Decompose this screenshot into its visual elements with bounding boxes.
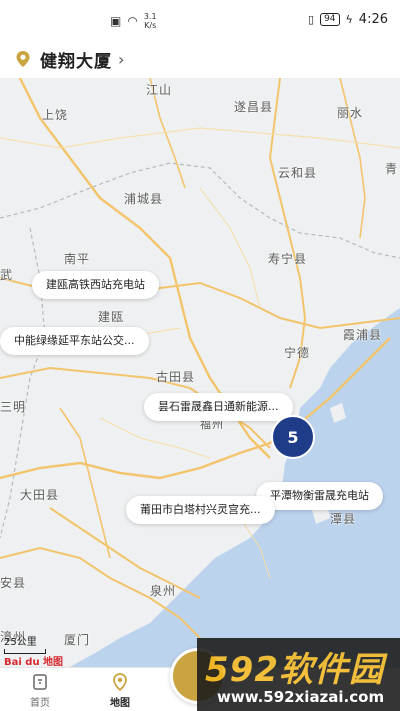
tab-map[interactable]: 地图 xyxy=(90,672,150,709)
city-label: 建瓯 xyxy=(98,310,125,324)
vibrate-icon: ▯ xyxy=(308,13,315,26)
city-label: 三明 xyxy=(0,400,27,414)
status-left: ▣ ◠ 3.1 K/s xyxy=(110,12,157,30)
city-label: 厦门 xyxy=(64,633,91,647)
tab-map-label: 地图 xyxy=(110,698,130,709)
station-marker[interactable]: 昙石雷晟鑫日通新能源... xyxy=(144,393,293,421)
city-label: 云和县 xyxy=(278,166,318,180)
chevron-right-icon[interactable]: › xyxy=(118,50,124,69)
city-label: 南平 xyxy=(64,252,91,266)
city-label: 古田县 xyxy=(156,370,196,384)
net-speed: 3.1 K/s xyxy=(144,12,157,30)
map-canvas xyxy=(0,78,400,667)
city-label: 大田县 xyxy=(20,488,60,502)
city-label: 遂昌县 xyxy=(234,100,274,114)
city-label: 宁德 xyxy=(284,346,311,360)
notification-icon: ▣ xyxy=(110,14,122,28)
location-header[interactable]: 健翔大厦 › xyxy=(0,40,400,78)
station-cluster-marker[interactable]: 5 xyxy=(271,415,315,459)
station-marker[interactable]: 平潭物衡雷晟充电站 xyxy=(256,482,383,510)
app-screen: ▣ ◠ 3.1 K/s ▯ 94 ϟ 4:26 健翔大厦 › 江山 上饶 遂昌县… xyxy=(0,0,400,711)
scale-label: 25公里 xyxy=(4,637,37,648)
city-label: 江山 xyxy=(146,83,173,97)
city-label: 浦城县 xyxy=(124,192,164,206)
city-label: 武 xyxy=(0,268,14,282)
wifi-icon: ◠ xyxy=(127,14,138,28)
tab-home[interactable]: 首页 xyxy=(10,672,70,709)
watermark: 592软件园 www.592xiazai.com xyxy=(197,638,400,711)
status-right: ▯ 94 ϟ 4:26 xyxy=(308,12,388,27)
watermark-title: 592软件园 xyxy=(205,650,384,690)
baidu-map-logo: Bai du 地图 xyxy=(4,657,64,667)
status-bar: ▣ ◠ 3.1 K/s ▯ 94 ϟ 4:26 xyxy=(0,0,400,40)
tab-home-label: 首页 xyxy=(30,698,50,709)
station-marker[interactable]: 建瓯高铁西站充电站 xyxy=(32,271,159,299)
station-marker[interactable]: 莆田市白塔村兴灵宫充... xyxy=(126,496,275,524)
map-scale: 25公里 xyxy=(4,633,46,654)
map-pin-icon xyxy=(110,672,130,692)
city-label: 丽水 xyxy=(337,106,364,120)
location-pin-icon xyxy=(14,50,32,68)
net-speed-unit: K/s xyxy=(144,21,157,30)
charging-icon: ϟ xyxy=(345,13,353,26)
city-label: 青 xyxy=(385,162,399,176)
city-label: 寿宁县 xyxy=(268,252,308,266)
battery-indicator: 94 xyxy=(320,13,340,26)
map-view[interactable]: 江山 上饶 遂昌县 丽水 云和县 青 浦城县 南平 寿宁县 建瓯 武 宁德 霞浦… xyxy=(0,78,400,667)
city-label: 霞浦县 xyxy=(343,328,383,342)
net-speed-value: 3.1 xyxy=(143,12,157,21)
city-label: 泉州 xyxy=(150,584,177,598)
watermark-url: www.592xiazai.com xyxy=(217,688,385,706)
city-label: 上饶 xyxy=(42,108,69,122)
station-marker[interactable]: 中能绿缘延平东站公交... xyxy=(0,327,149,355)
location-name[interactable]: 健翔大厦 xyxy=(40,47,112,72)
clock: 4:26 xyxy=(358,12,388,27)
city-label: 潭县 xyxy=(330,512,357,526)
home-icon xyxy=(30,672,50,692)
city-label: 安县 xyxy=(0,576,27,590)
